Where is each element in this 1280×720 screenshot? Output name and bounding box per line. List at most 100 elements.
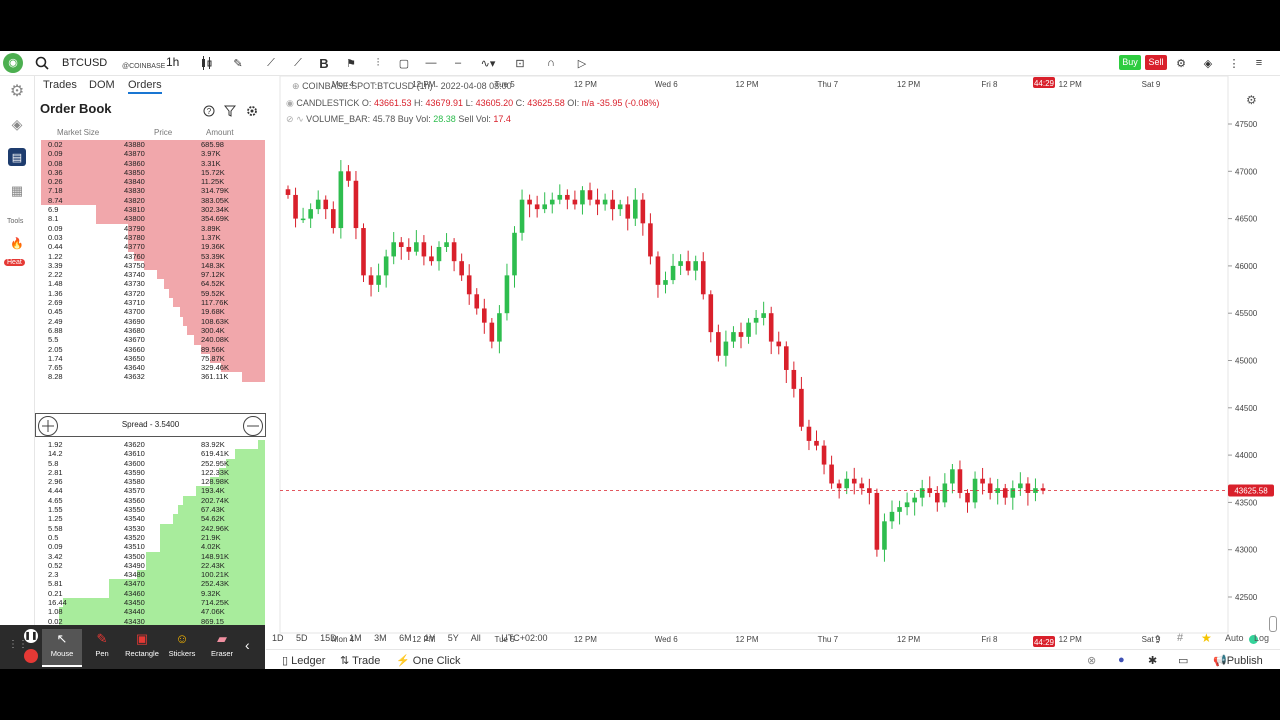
bid-row[interactable]: 1.92 43620 83.92K [35, 440, 266, 450]
range-3m[interactable]: 3M [374, 633, 387, 643]
range-1y[interactable]: 1Y [424, 633, 435, 643]
bid-row[interactable]: 2.81 43590 122.33K [35, 467, 266, 478]
ledger-button[interactable]: ▯ Ledger [282, 654, 325, 667]
bid-row[interactable]: 3.42 43500 148.91K [35, 551, 266, 561]
candle-type-icon[interactable] [196, 54, 218, 72]
bold-text-icon[interactable]: B [316, 54, 332, 72]
magnet-icon[interactable]: ∩ [543, 54, 559, 72]
search-icon[interactable] [34, 54, 50, 72]
timezone-label[interactable]: UTC+02:00 [501, 633, 547, 643]
ask-row[interactable]: 0.26 43840 11.25K [35, 177, 266, 187]
ask-row[interactable]: 0.03 43780 1.37K [35, 232, 266, 243]
ask-row[interactable]: 0.36 43850 15.72K [35, 167, 266, 178]
range-1m[interactable]: 1M [349, 633, 362, 643]
filter-icon[interactable] [223, 105, 237, 117]
ask-row[interactable]: 8.28 43632 361.11K [35, 372, 266, 382]
sell-button[interactable]: Sell [1145, 55, 1167, 70]
dashboard-icon[interactable]: ▦ [8, 182, 26, 200]
one-click-button[interactable]: ⚡ One Click [396, 654, 460, 667]
pause-icon[interactable]: ❚❚ [24, 629, 38, 643]
symbol-name[interactable]: BTCUSD [62, 57, 107, 69]
eye-slash-icon[interactable]: ⊘ [286, 114, 294, 124]
indicator-icon[interactable]: ∿▾ [476, 54, 500, 72]
ask-row[interactable]: 8.74 43820 383.05K [35, 195, 266, 206]
more-vertical-icon[interactable]: ⋮ [1227, 54, 1241, 72]
help-icon[interactable]: ? [203, 105, 215, 117]
range-5y[interactable]: 5Y [448, 633, 459, 643]
ask-row[interactable]: 0.44 43770 19.36K [35, 242, 266, 252]
buy-button[interactable]: Buy [1119, 55, 1141, 70]
tab-dom[interactable]: DOM [89, 79, 115, 91]
bid-row[interactable]: 5.81 43470 252.43K [35, 579, 266, 589]
tool-rectangle[interactable]: ▣ Rectangle [122, 629, 162, 665]
range-5d[interactable]: 5D [296, 633, 308, 643]
chart-canvas[interactable]: 47500 47000 46500 46000 45500 45000 44500 44000… [266, 75, 1280, 669]
app-logo[interactable]: ◉ [3, 53, 23, 73]
record-icon[interactable] [24, 649, 38, 663]
fire-icon[interactable]: 🔥 [8, 234, 26, 252]
tool-mouse[interactable]: ↖ Mouse [42, 629, 82, 667]
tool-stickers[interactable]: ☺ Stickers [162, 629, 202, 665]
bid-row[interactable]: 14.2 43610 619.41K [35, 449, 266, 459]
trade-button[interactable]: ⇅ Trade [340, 654, 380, 667]
auto-scale-toggle[interactable]: Auto [1225, 633, 1244, 643]
ask-row[interactable]: 2.22 43740 97.12K [35, 270, 266, 280]
ask-row[interactable]: 0.02 43880 685.98 [35, 140, 266, 150]
price-chart[interactable]: 47500 47000 46500 46000 45500 45000 44500 44000… [266, 75, 1280, 669]
bid-row[interactable]: 4.65 43560 202.74K [35, 495, 266, 506]
screenshot-icon[interactable]: ⊗ [1087, 654, 1096, 667]
star-icon[interactable]: ★ [1201, 631, 1212, 645]
publish-button[interactable]: 📢Publish [1213, 654, 1263, 667]
ask-row[interactable]: 2.05 43660 89.56K [35, 344, 266, 354]
camera-icon[interactable]: ⊡ [512, 54, 528, 72]
ask-row[interactable]: 1.74 43650 75.87K [35, 353, 266, 364]
horizontal-ray-icon[interactable]: – [450, 54, 466, 72]
orderbook-panel-icon[interactable]: ▤ [8, 148, 26, 166]
collapse-chevron-icon[interactable]: ‹ [245, 637, 250, 653]
ask-row[interactable]: 7.65 43640 329.46K [35, 363, 266, 373]
pencil-icon[interactable]: ✎ [228, 54, 248, 72]
discord-icon[interactable]: ● [1118, 654, 1125, 666]
range-1d[interactable]: 1D [272, 633, 284, 643]
trendline-icon[interactable]: ⟋ [262, 54, 280, 72]
bid-row[interactable]: 0.09 43510 4.02K [35, 542, 266, 552]
bid-row[interactable]: 1.25 43540 54.62K [35, 514, 266, 524]
range-6m[interactable]: 6M [399, 633, 412, 643]
flag-icon[interactable]: ⚑ [343, 54, 359, 72]
bug-icon[interactable]: ✱ [1148, 654, 1157, 667]
range-all[interactable]: All [471, 633, 481, 643]
ask-row[interactable]: 0.09 43870 3.97K [35, 149, 266, 159]
ask-row[interactable]: 0.09 43790 3.89K [35, 223, 266, 233]
bid-row[interactable]: 5.58 43530 242.96K [35, 523, 266, 533]
layers-icon[interactable]: ◈ [8, 115, 26, 133]
ask-row[interactable]: 0.45 43700 19.68K [35, 307, 266, 317]
ask-row[interactable]: 2.69 43710 117.76K [35, 298, 266, 308]
eye-icon[interactable]: ◉ [286, 98, 294, 108]
bid-row[interactable]: 5.8 43600 252.95K [35, 458, 266, 468]
menu-icon[interactable]: ≡ [1252, 54, 1266, 72]
ask-row[interactable]: 1.36 43720 59.52K [35, 288, 266, 299]
tab-orders[interactable]: Orders [128, 79, 162, 94]
gear-icon[interactable]: ⚙ [1173, 54, 1189, 72]
layers-icon[interactable]: ◈ [1200, 54, 1216, 72]
ask-row[interactable]: 8.1 43800 354.69K [35, 214, 266, 224]
bid-row[interactable]: 0.5 43520 21.9K [35, 532, 266, 543]
ask-row[interactable]: 6.9 43810 302.34K [35, 205, 266, 215]
timeframe-select[interactable]: 1h [166, 55, 179, 69]
scroll-handle[interactable] [1269, 616, 1277, 632]
bid-row[interactable]: 2.96 43580 128.98K [35, 477, 266, 487]
ask-row[interactable]: 5.5 43670 240.08K [35, 335, 266, 345]
ask-row[interactable]: 1.48 43730 64.52K [35, 279, 266, 289]
settings-icon[interactable] [246, 105, 258, 117]
bid-row[interactable]: 0.52 43490 22.43K [35, 560, 266, 571]
bid-row[interactable]: 0.21 43460 9.32K [35, 588, 266, 599]
range-15d[interactable]: 15D [320, 633, 337, 643]
ask-row[interactable]: 2.49 43690 108.63K [35, 316, 266, 326]
ask-row[interactable]: 1.22 43760 53.39K [35, 251, 266, 261]
tool-eraser[interactable]: ▰ Eraser [202, 629, 242, 665]
zoom-out-icon[interactable] [243, 416, 263, 436]
bid-row[interactable]: 1.08 43440 47.06K [35, 607, 266, 617]
vertical-line-icon[interactable]: ⫶ [370, 54, 386, 72]
ray-icon[interactable]: ⟋ [289, 54, 307, 72]
bid-row[interactable]: 4.44 43570 193.4K [35, 486, 266, 496]
